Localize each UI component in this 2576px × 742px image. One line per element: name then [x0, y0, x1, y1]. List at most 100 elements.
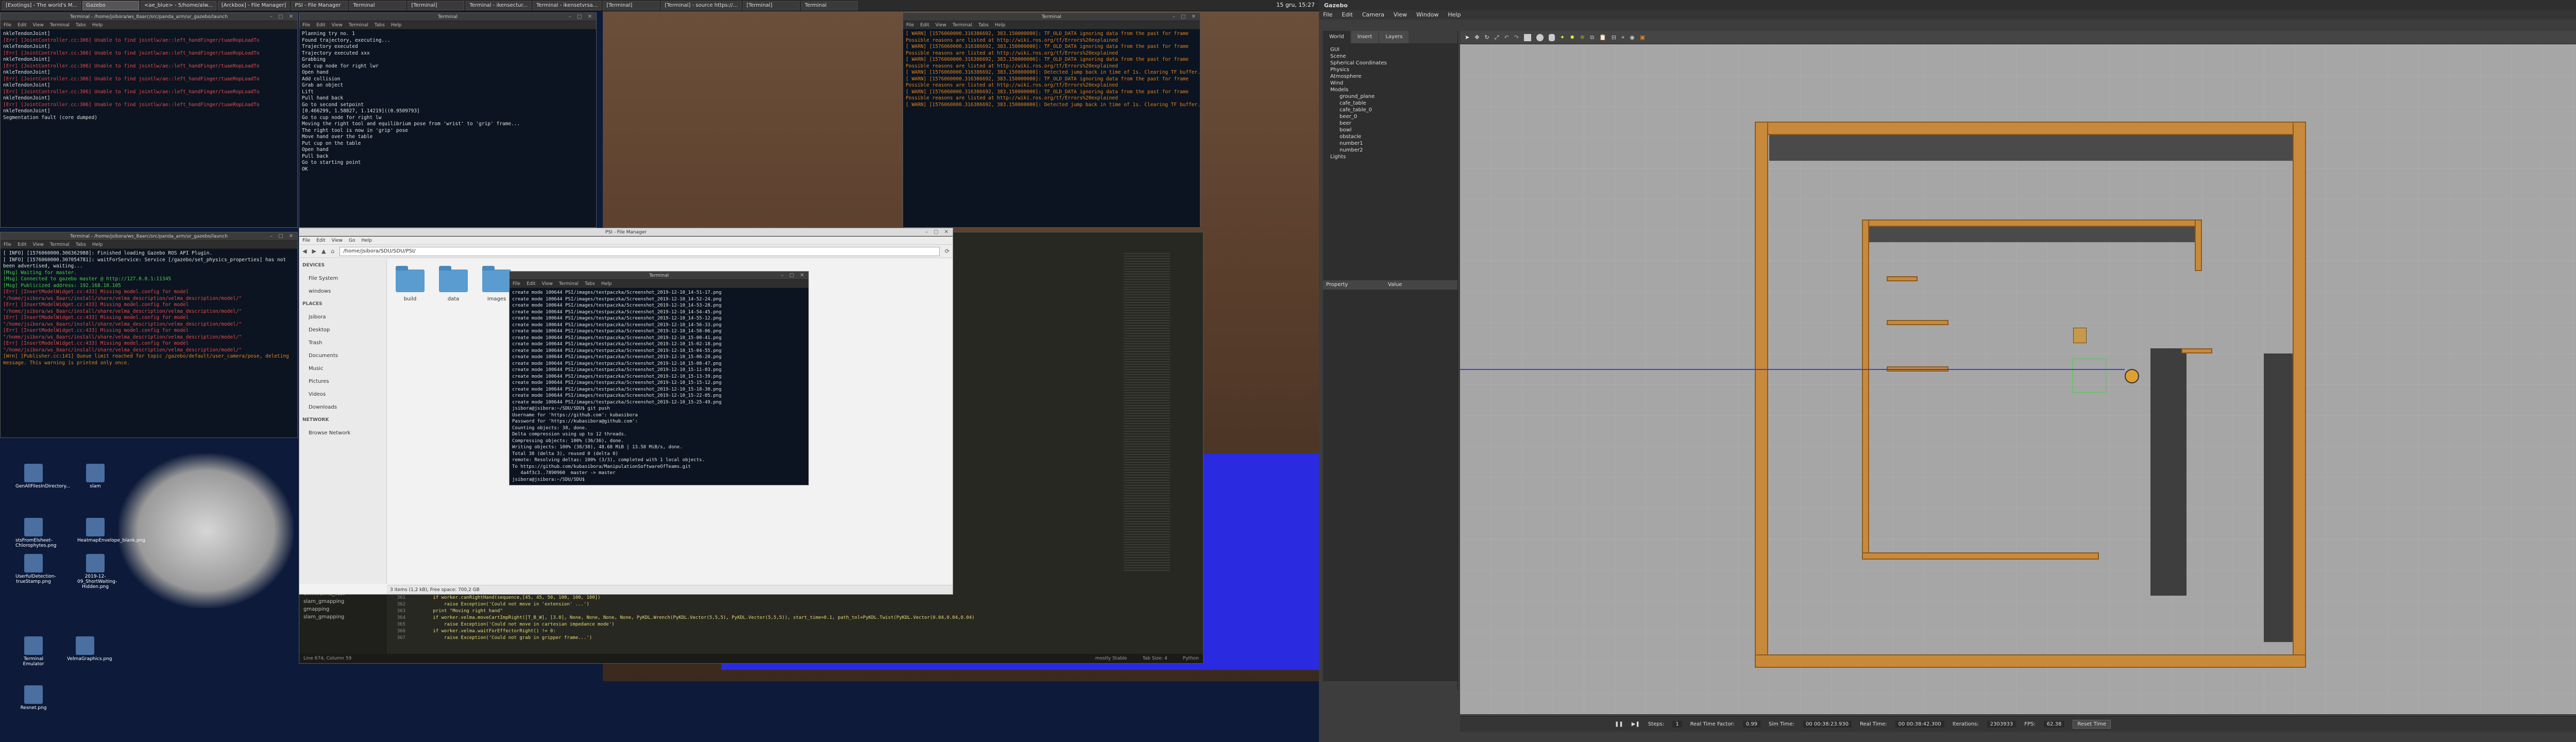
menu-item[interactable]: View — [332, 21, 343, 29]
refresh-icon[interactable]: ⟳ — [945, 248, 950, 255]
editor-tree-item[interactable]: gmapping — [303, 605, 383, 613]
menu-item[interactable]: Tabs — [76, 241, 86, 248]
terminal-output[interactable]: create mode 100644 PSI/images/testpaczka… — [510, 288, 808, 485]
menu-item[interactable]: File — [302, 21, 310, 29]
taskbar-task[interactable]: [Terminal] — [743, 1, 800, 10]
menu-item[interactable]: Terminal — [50, 21, 70, 29]
desktop-icon[interactable]: stsFromElsheet-Chlorophytes.png — [15, 518, 57, 548]
inner-wall-top[interactable] — [1862, 220, 2202, 227]
menu-item[interactable]: File — [4, 21, 11, 29]
terminal-top-right-window[interactable]: Terminal – ▢ ✕ File Edit View Terminal Tabs He… — [903, 12, 1200, 228]
menu-item[interactable]: Terminal — [349, 21, 368, 29]
world-tree-item[interactable]: Spherical Coordinates — [1327, 60, 1453, 66]
folder-item[interactable]: data — [435, 266, 471, 311]
gazebo-menu-item[interactable]: Camera — [1362, 10, 1384, 20]
paste-icon[interactable]: 📋 — [1599, 34, 1606, 41]
menu-item[interactable]: Go — [349, 237, 355, 244]
terminal-output[interactable]: Planning try no. 1 Found trajectory, exec… — [299, 29, 596, 227]
undo-icon[interactable]: ↶ — [1504, 34, 1509, 41]
sidebar-item-windows[interactable]: windows — [299, 285, 386, 298]
snap-icon[interactable]: ⌖ — [1621, 34, 1624, 41]
sidebar-item-file-system[interactable]: File System — [299, 272, 386, 285]
directional-light-icon[interactable]: ☼ — [1580, 34, 1585, 41]
terminal-top-middle-window[interactable]: Terminal – ▢ ✕ File Edit View Terminal Tabs He… — [299, 12, 597, 228]
world-tree-item[interactable]: number2 — [1327, 147, 1453, 154]
pause-icon[interactable]: ❚❚ — [1615, 721, 1623, 727]
spot-light-icon[interactable]: ✸ — [1570, 34, 1574, 41]
sidebar-item-desktop[interactable]: Desktop — [299, 324, 386, 336]
git-terminal-window[interactable]: Terminal – ▢ ✕ File Edit View Terminal Tabs He… — [509, 271, 809, 485]
taskbar-task[interactable]: Terminal — [801, 1, 858, 10]
outer-wall-bottom[interactable] — [1755, 654, 2306, 668]
menu-item[interactable]: File — [302, 237, 310, 244]
taskbar-task[interactable]: [Terminal] — [603, 1, 660, 10]
editor-status-language[interactable]: Python — [1183, 656, 1199, 661]
world-tree-item[interactable]: cafe_table_0 — [1327, 107, 1453, 113]
menu-item[interactable]: View — [936, 21, 946, 29]
path-bar[interactable]: /home/jsibora/SDU/SDU/PSI/ — [340, 246, 940, 256]
editor-status-branch[interactable]: mostly Stable — [1095, 656, 1127, 661]
taskbar-task[interactable]: Gazebo — [82, 1, 140, 10]
gazebo-tab-world[interactable]: World — [1323, 31, 1350, 43]
gazebo-tab-layers[interactable]: Layers — [1379, 31, 1409, 43]
code-line[interactable]: print "Moving right hand" — [411, 608, 1199, 615]
menu-item[interactable]: Edit — [316, 21, 325, 29]
inner-wall-right-top[interactable] — [2195, 220, 2202, 271]
gazebo-menu-item[interactable]: File — [1323, 10, 1332, 20]
box-shape-icon[interactable] — [1523, 33, 1531, 41]
desktop-icon[interactable]: 2019-12-09_ShortWaiting-Hidden.png — [77, 554, 117, 589]
steps-value[interactable]: 1 — [1672, 721, 1682, 728]
menu-item[interactable]: Tabs — [76, 21, 86, 29]
editor-tree-item[interactable]: slam_gmapping — [303, 598, 383, 605]
desktop-icon[interactable]: Terminal Emulator — [15, 636, 52, 667]
sidebar-item-music[interactable]: Music — [299, 362, 386, 375]
sidebar-item-browse-network[interactable]: Browse Network — [299, 427, 386, 440]
desktop-icon[interactable]: VelmaGraphics.png — [67, 636, 112, 662]
window-titlebar[interactable]: PSI - File Manager – ▢ ✕ — [299, 228, 953, 237]
window-titlebar[interactable]: Terminal – ▢ ✕ — [299, 13, 596, 21]
sphere-shape-icon[interactable] — [1536, 33, 1544, 41]
shelf-2[interactable] — [1887, 320, 1948, 325]
menu-item[interactable]: Edit — [316, 237, 325, 244]
desktop-icon[interactable]: HeatmapEnvelope_blank.png — [77, 518, 145, 543]
world-tree-item[interactable]: Scene — [1327, 53, 1453, 60]
menu-item[interactable]: View — [542, 280, 553, 288]
world-tree-item[interactable]: ground_plane — [1327, 93, 1453, 100]
gazebo-menu-item[interactable]: View — [1394, 10, 1407, 20]
world-tree-item[interactable]: number1 — [1327, 140, 1453, 147]
gazebo-viewport[interactable] — [1460, 44, 2576, 714]
select-mode-icon[interactable]: ➤ — [1465, 34, 1469, 41]
gazebo-world-tree[interactable]: GUI Scene Spherical Coordinates Physics Atmo… — [1323, 43, 1458, 280]
step-icon[interactable]: ▶❚ — [1632, 721, 1640, 727]
world-tree-item[interactable]: Models — [1327, 87, 1453, 93]
outer-wall-left[interactable] — [1755, 122, 1768, 668]
sidebar-item-jsibora[interactable]: jsibora — [299, 311, 386, 324]
taskbar-task[interactable]: Terminal — [349, 1, 406, 10]
editor-code-area[interactable]: 360361362363364365366367 T_B_G = None if… — [388, 588, 1202, 654]
menu-item[interactable]: View — [33, 241, 44, 248]
sidebar-item-pictures[interactable]: Pictures — [299, 375, 386, 388]
menu-item[interactable]: Tabs — [585, 280, 595, 288]
window-titlebar[interactable]: Terminal – ▢ ✕ — [903, 13, 1200, 21]
menu-item[interactable]: Tabs — [375, 21, 385, 29]
inner-wall-bottom[interactable] — [1862, 552, 2099, 560]
menu-item[interactable]: File — [906, 21, 914, 29]
home-icon[interactable]: ⌂ — [331, 248, 334, 255]
window-titlebar[interactable]: Terminal – ▢ ✕ — [510, 272, 808, 280]
terminal-top-left-window[interactable]: Terminal - /home/jsibora/ws_8aarc/src/pa… — [0, 12, 298, 228]
terminal-gazebo-launch-window[interactable]: Terminal - /home/jsibora/ws_8aarc/src/pa… — [0, 232, 298, 438]
menu-item[interactable]: Tabs — [978, 21, 989, 29]
reset-time-button[interactable]: Reset Time — [2073, 720, 2111, 729]
taskbar-task[interactable]: [Terminal] - source https://... — [661, 1, 742, 10]
code-line[interactable]: raise Exception('Could not move in 'exte… — [411, 601, 1199, 608]
world-tree-item[interactable]: bowl — [1327, 127, 1453, 133]
folder-item[interactable]: build — [392, 266, 428, 311]
editor-code-lines[interactable]: T_B_G = None if worker.canRightHand(sequ… — [411, 588, 1199, 642]
redo-icon[interactable]: ↷ — [1514, 34, 1519, 41]
code-line[interactable]: if worker.velma.waitForEffectorRight() !… — [411, 628, 1199, 635]
sidebar-item-trash[interactable]: Trash — [299, 336, 386, 349]
window-controls[interactable]: – ▢ ✕ — [925, 228, 951, 237]
outer-wall-right[interactable] — [2293, 122, 2306, 668]
terminal-output[interactable]: nkleTendonJoint] [Err] [JointController.c… — [1, 29, 297, 227]
taskbar-task[interactable]: Terminal - ikensetvrsa... — [533, 1, 602, 10]
